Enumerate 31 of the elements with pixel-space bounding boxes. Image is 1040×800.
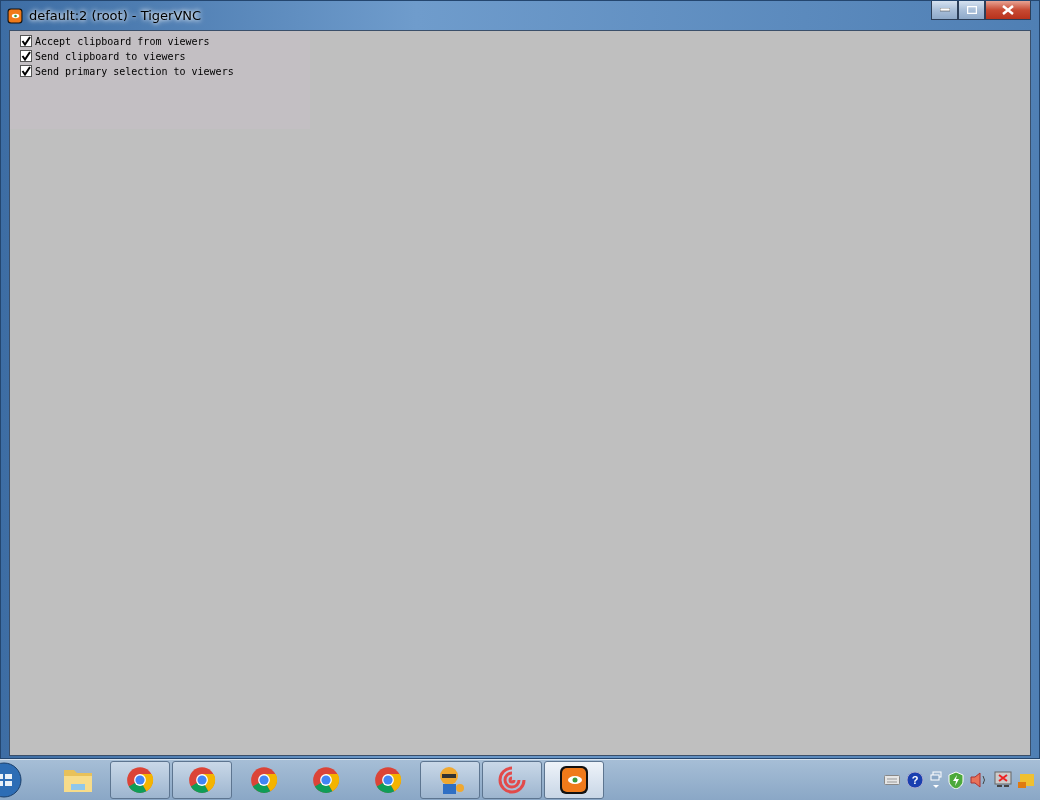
maximize-button[interactable]	[958, 1, 985, 20]
checkbox[interactable]	[20, 35, 32, 47]
checkbox-label: Accept clipboard from viewers	[35, 35, 210, 47]
windows-icon[interactable]	[930, 771, 942, 789]
browser-icon	[125, 765, 155, 795]
browser-icon	[187, 765, 217, 795]
browser-icon	[311, 765, 341, 795]
keyboard-icon[interactable]	[884, 775, 900, 785]
tiger-icon	[7, 7, 23, 24]
minimize-icon	[939, 8, 950, 12]
checkbox[interactable]	[20, 50, 32, 62]
speaker-icon[interactable]	[970, 772, 988, 788]
close-icon	[1002, 5, 1014, 15]
taskbar-button[interactable]	[544, 761, 604, 799]
maximize-icon	[966, 6, 977, 14]
minimize-button[interactable]	[931, 1, 958, 20]
browser-icon	[249, 765, 279, 795]
checkbox-label: Send clipboard to viewers	[35, 50, 186, 62]
network-error-icon[interactable]	[994, 771, 1012, 789]
help-icon[interactable]: ?	[906, 771, 924, 789]
checkbox[interactable]	[20, 65, 32, 77]
folder-icon[interactable]	[1018, 771, 1036, 789]
window-title: default:2 (root) - TigerVNC	[29, 8, 202, 23]
close-button[interactable]	[985, 1, 1031, 20]
taskbar-button[interactable]	[420, 761, 480, 799]
start-orb-icon[interactable]	[0, 762, 22, 798]
swirl-icon	[497, 765, 527, 795]
browser-icon	[373, 765, 403, 795]
shield-icon[interactable]	[948, 771, 964, 789]
tiger-icon	[559, 765, 589, 795]
checkbox-label: Send primary selection to viewers	[35, 65, 234, 77]
